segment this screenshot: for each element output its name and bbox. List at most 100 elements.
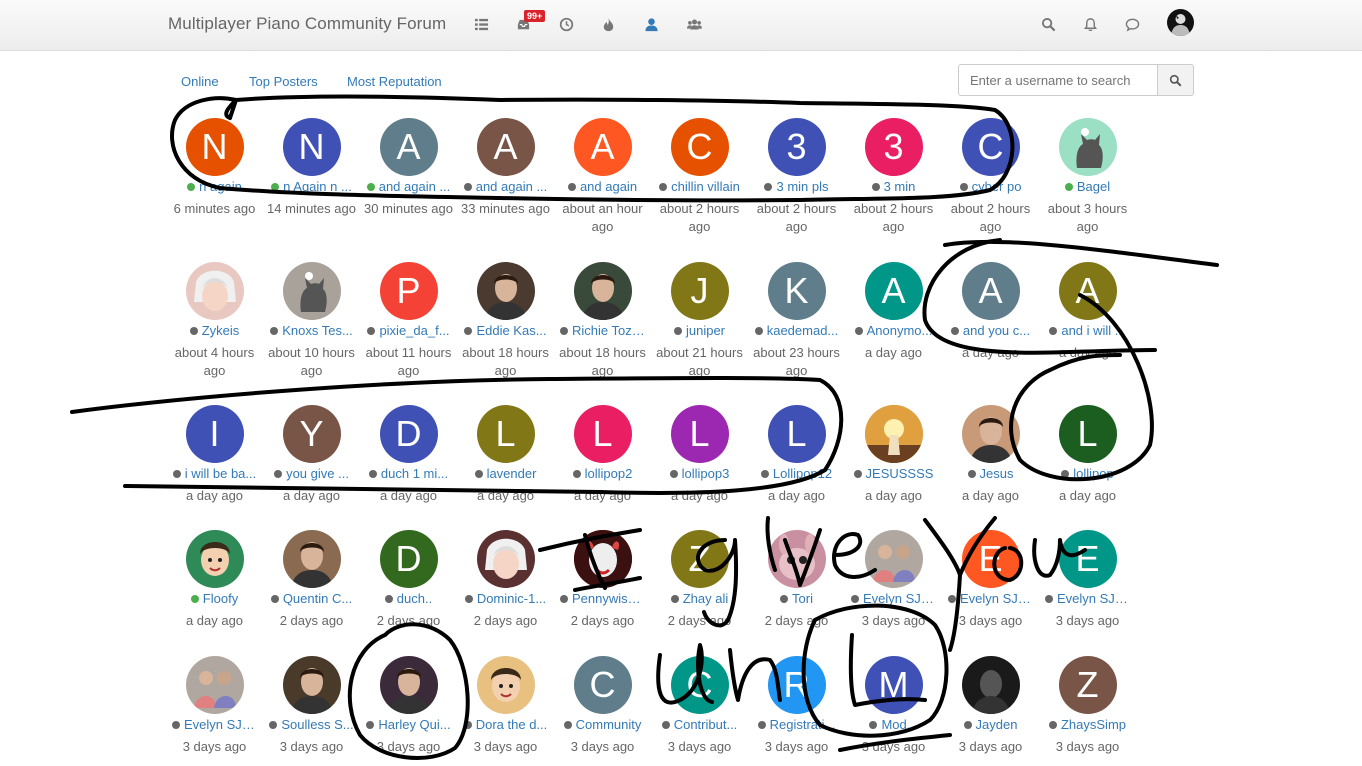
bell-icon[interactable]	[1082, 16, 1098, 32]
username-link[interactable]: Evelyn SJ A...	[166, 716, 263, 733]
user-avatar[interactable]	[864, 405, 923, 463]
user-avatar[interactable]: Y	[282, 405, 341, 463]
username-link[interactable]: pixie_da_f...	[360, 322, 457, 339]
list-icon[interactable]	[473, 16, 489, 32]
user-avatar[interactable]: R	[767, 656, 826, 714]
user-avatar[interactable]	[864, 530, 923, 588]
username-link[interactable]: you give ...	[263, 465, 360, 482]
user-avatar[interactable]	[282, 656, 341, 714]
username-link[interactable]: Zykeis	[166, 322, 263, 339]
user-avatar[interactable]	[185, 656, 244, 714]
username-link[interactable]: Knoxs Tes...	[263, 322, 360, 339]
user-avatar[interactable]: M	[864, 656, 923, 714]
user-avatar[interactable]: L	[767, 405, 826, 463]
username-link[interactable]: JESUSSSS	[845, 465, 942, 482]
username-link[interactable]: Evelyn SJ A...	[1039, 590, 1136, 607]
username-link[interactable]: lollipop2	[554, 465, 651, 482]
user-avatar[interactable]: N	[185, 118, 244, 176]
user-avatar[interactable]: C	[961, 118, 1020, 176]
username-link[interactable]: Contribut...	[651, 716, 748, 733]
username-link[interactable]: chillin villain	[651, 178, 748, 195]
user-avatar[interactable]: L	[1058, 405, 1117, 463]
user-avatar[interactable]	[1058, 118, 1117, 176]
username-link[interactable]: Harley Qui...	[360, 716, 457, 733]
user-avatar[interactable]: L	[670, 405, 729, 463]
username-link[interactable]: Mod...	[845, 716, 942, 733]
user-avatar[interactable]: E	[1058, 530, 1117, 588]
user-avatar[interactable]	[282, 262, 341, 320]
user-avatar[interactable]: A	[864, 262, 923, 320]
username-link[interactable]: and you c...	[942, 322, 1039, 339]
forum-title[interactable]: Multiplayer Piano Community Forum	[168, 14, 446, 34]
user-avatar[interactable]: L	[476, 405, 535, 463]
username-link[interactable]: Floofy	[166, 590, 263, 607]
username-link[interactable]: Community	[554, 716, 651, 733]
user-avatar[interactable]: N	[282, 118, 341, 176]
user-avatar[interactable]: A	[961, 262, 1020, 320]
user-avatar[interactable]: C	[670, 118, 729, 176]
username-link[interactable]: lavender	[457, 465, 554, 482]
user-avatar[interactable]: D	[379, 405, 438, 463]
user-avatar[interactable]	[185, 262, 244, 320]
user-avatar[interactable]	[476, 262, 535, 320]
username-link[interactable]: 3 min pls	[748, 178, 845, 195]
username-link[interactable]: lollipop3	[651, 465, 748, 482]
user-avatar[interactable]: A	[379, 118, 438, 176]
username-link[interactable]: Jayden	[942, 716, 1039, 733]
user-avatar[interactable]: C	[670, 656, 729, 714]
username-link[interactable]: Pennywise...	[554, 590, 651, 607]
current-user-avatar[interactable]	[1167, 9, 1194, 36]
username-link[interactable]: Lollipop12	[748, 465, 845, 482]
username-link[interactable]: and again ...	[360, 178, 457, 195]
username-link[interactable]: Dora the d...	[457, 716, 554, 733]
user-avatar[interactable]: A	[573, 118, 632, 176]
username-link[interactable]: Zhay ali	[651, 590, 748, 607]
user-avatar[interactable]	[767, 530, 826, 588]
user-icon[interactable]	[643, 16, 659, 32]
username-link[interactable]: and i will ...	[1039, 322, 1136, 339]
username-link[interactable]: n again	[166, 178, 263, 195]
username-link[interactable]: cyber po	[942, 178, 1039, 195]
username-link[interactable]: duch 1 mi...	[360, 465, 457, 482]
user-avatar[interactable]: D	[379, 530, 438, 588]
username-link[interactable]: Soulless S...	[263, 716, 360, 733]
username-link[interactable]: Registrati...	[748, 716, 845, 733]
user-avatar[interactable]: Z	[1058, 656, 1117, 714]
user-avatar[interactable]: 3	[767, 118, 826, 176]
user-avatar[interactable]	[379, 656, 438, 714]
user-avatar[interactable]: A	[1058, 262, 1117, 320]
username-link[interactable]: Jesus	[942, 465, 1039, 482]
tab-top-posters[interactable]: Top Posters	[249, 74, 318, 89]
username-link[interactable]: Dominic-1...	[457, 590, 554, 607]
user-avatar[interactable]: A	[476, 118, 535, 176]
search-icon[interactable]	[1040, 16, 1056, 32]
tab-most-reputation[interactable]: Most Reputation	[347, 74, 442, 89]
user-avatar[interactable]	[573, 530, 632, 588]
user-avatar[interactable]	[185, 530, 244, 588]
username-link[interactable]: n Again n ...	[263, 178, 360, 195]
user-avatar[interactable]: L	[573, 405, 632, 463]
username-link[interactable]: kaedemad...	[748, 322, 845, 339]
username-link[interactable]: Quentin C...	[263, 590, 360, 607]
username-search-input[interactable]	[958, 64, 1158, 96]
user-avatar[interactable]: Z	[670, 530, 729, 588]
username-link[interactable]: and again	[554, 178, 651, 195]
fire-icon[interactable]	[600, 16, 616, 32]
user-avatar[interactable]: P	[379, 262, 438, 320]
username-link[interactable]: Eddie Kas...	[457, 322, 554, 339]
username-link[interactable]: i will be ba...	[166, 465, 263, 482]
username-link[interactable]: Evelyn SJ A...	[845, 590, 942, 607]
username-link[interactable]: lollipop	[1039, 465, 1136, 482]
chat-icon[interactable]	[1124, 16, 1140, 32]
username-link[interactable]: and again ...	[457, 178, 554, 195]
search-button[interactable]	[1157, 64, 1194, 96]
user-avatar[interactable]	[573, 262, 632, 320]
user-avatar[interactable]: E	[961, 530, 1020, 588]
users-icon[interactable]	[686, 16, 702, 32]
user-avatar[interactable]: J	[670, 262, 729, 320]
user-avatar[interactable]	[282, 530, 341, 588]
user-avatar[interactable]	[961, 656, 1020, 714]
user-avatar[interactable]	[476, 656, 535, 714]
user-avatar[interactable]: C	[573, 656, 632, 714]
username-link[interactable]: duch..	[360, 590, 457, 607]
